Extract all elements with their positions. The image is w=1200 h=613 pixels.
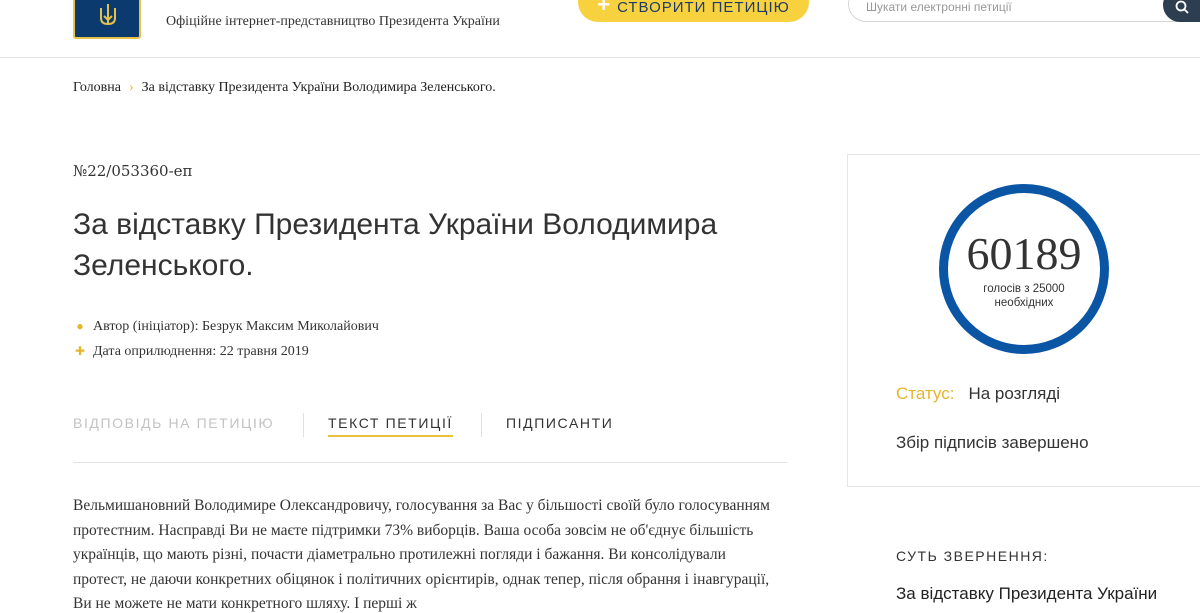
votes-label: голосів з 25000 необхідних	[983, 283, 1065, 309]
essence-heading: СУТЬ ЗВЕРНЕННЯ:	[896, 548, 1049, 564]
breadcrumb-current: За відставку Президента України Володими…	[141, 80, 496, 95]
search-placeholder: Шукати електронні петиції	[866, 0, 1012, 14]
petition-tabs: ВІДПОВІДЬ НА ПЕТИЦІЮ ТЕКСТ ПЕТИЦІЇ ПІДПИ…	[73, 405, 787, 463]
votes-count: 60189	[966, 228, 1082, 279]
tab-signers[interactable]: ПІДПИСАНТИ	[506, 415, 613, 431]
site-tagline: Офіційне інтернет-представництво Президе…	[166, 14, 500, 29]
user-icon: ●	[76, 319, 84, 333]
trident-icon	[100, 4, 116, 26]
status-label: Статус:	[896, 384, 955, 403]
breadcrumb-home[interactable]: Головна	[73, 80, 121, 95]
search-icon	[1175, 0, 1189, 14]
president-logo[interactable]	[73, 0, 141, 39]
page-title: За відставку Президента України Володими…	[73, 208, 718, 282]
petition-body: Вельмишановний Володимире Олександровичу…	[73, 497, 770, 612]
petition-number: №22/053360-еп	[73, 162, 193, 180]
site-header: Офіційне інтернет-представництво Президе…	[0, 0, 1200, 58]
tab-divider	[481, 413, 482, 437]
tab-divider	[303, 413, 304, 437]
essence-text: За відставку Президента України	[896, 584, 1158, 603]
tab-text[interactable]: ТЕКСТ ПЕТИЦІЇ	[328, 415, 453, 437]
plus-icon: ✚	[74, 344, 86, 358]
status-row: Статус: На розгляді	[896, 384, 1060, 404]
create-petition-label: СТВОРИТИ ПЕТИЦІЮ	[617, 0, 790, 16]
status-value: На розгляді	[968, 384, 1061, 403]
petition-author: ● Автор (ініціатор): Безрук Максим Микола…	[73, 319, 379, 335]
breadcrumb: Головна › За відставку Президента України …	[73, 80, 496, 96]
collection-status: Збір підписів завершено	[896, 433, 1089, 452]
author-text: Автор (ініціатор): Безрук Максим Миколай…	[93, 319, 379, 334]
chevron-right-icon: ›	[128, 80, 134, 95]
votes-circle: 60189 голосів з 25000 необхідних	[939, 184, 1109, 354]
create-petition-button[interactable]: + СТВОРИТИ ПЕТИЦІЮ	[578, 0, 809, 22]
date-text: Дата оприлюднення: 22 травня 2019	[93, 344, 309, 359]
tab-answer[interactable]: ВІДПОВІДЬ НА ПЕТИЦІЮ	[73, 415, 274, 431]
petition-date: ✚ Дата оприлюднення: 22 травня 2019	[73, 344, 309, 360]
plus-icon: +	[597, 0, 612, 17]
